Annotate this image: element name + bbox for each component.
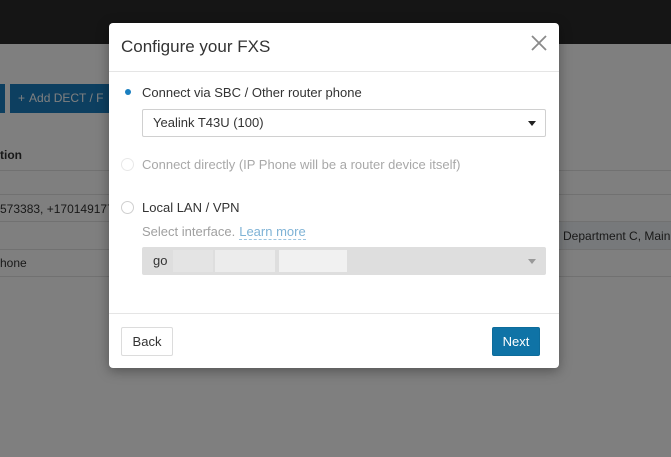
phone-select-value: Yealink T43U (100) bbox=[153, 115, 264, 130]
phone-select[interactable]: Yealink T43U (100) bbox=[142, 109, 546, 137]
interface-select-value: go bbox=[153, 253, 168, 268]
dialog-header: Configure your FXS bbox=[109, 23, 559, 72]
option-label: Connect via SBC / Other router phone bbox=[142, 84, 362, 100]
interface-hint: Select interface. Learn more bbox=[142, 224, 306, 240]
radio-button[interactable] bbox=[121, 200, 134, 214]
option-label: Connect directly (IP Phone will be a rou… bbox=[142, 156, 461, 172]
option-local-lan-vpn[interactable]: Local LAN / VPN bbox=[121, 198, 240, 216]
option-label: Local LAN / VPN bbox=[142, 199, 240, 215]
next-button[interactable]: Next bbox=[492, 327, 540, 356]
redacted-text bbox=[279, 250, 347, 272]
option-connect-via-sbc[interactable]: Connect via SBC / Other router phone bbox=[121, 83, 362, 101]
dialog-footer-divider bbox=[109, 313, 559, 314]
radio-button[interactable] bbox=[121, 85, 134, 99]
caret-down-icon bbox=[528, 121, 536, 126]
dialog-title: Configure your FXS bbox=[121, 37, 271, 56]
configure-fxs-dialog: Configure your FXS Connect via SBC / Oth… bbox=[109, 23, 559, 368]
close-button[interactable] bbox=[529, 33, 549, 53]
radio-button[interactable] bbox=[121, 157, 134, 171]
close-icon bbox=[531, 35, 547, 51]
learn-more-link[interactable]: Learn more bbox=[239, 224, 306, 240]
caret-down-icon bbox=[528, 259, 536, 264]
interface-select[interactable]: go bbox=[142, 247, 546, 275]
option-connect-directly[interactable]: Connect directly (IP Phone will be a rou… bbox=[121, 155, 460, 173]
redacted-text bbox=[173, 250, 213, 272]
back-button[interactable]: Back bbox=[121, 327, 173, 356]
redacted-text bbox=[215, 250, 275, 272]
